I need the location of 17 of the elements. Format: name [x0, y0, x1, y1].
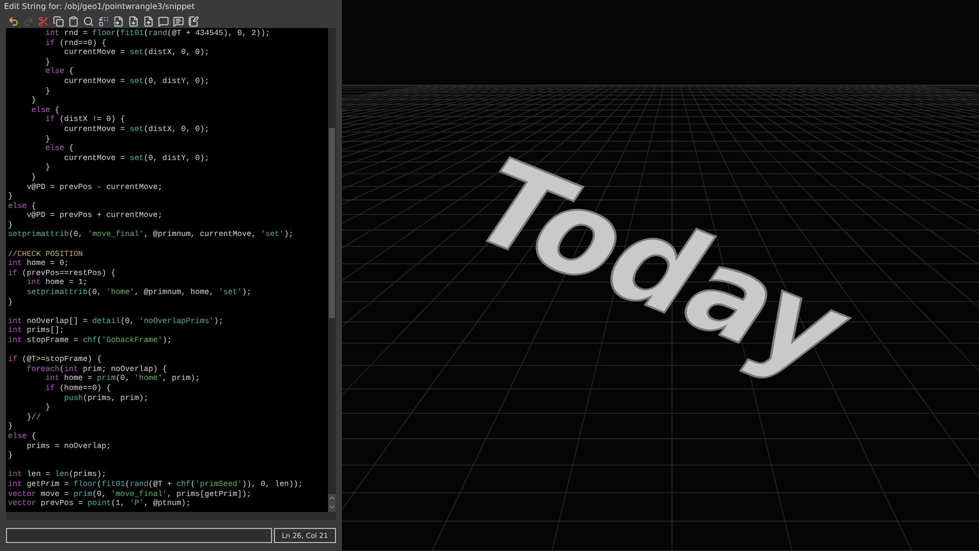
undo-button[interactable]: [8, 16, 19, 26]
copy-button[interactable]: [53, 16, 64, 26]
vertical-scrollbar[interactable]: [328, 28, 336, 512]
horizontal-scrollbar[interactable]: [6, 512, 336, 520]
file-down-button[interactable]: [128, 16, 139, 26]
window-title: Edit String for: /obj/geo1/pointwrangle3/snippet: [3, 1, 196, 13]
notepad-button[interactable]: [188, 16, 199, 26]
comment-button[interactable]: [158, 16, 169, 26]
search-button[interactable]: [83, 16, 94, 26]
scroll-down-icon[interactable]: [328, 503, 336, 512]
replace-button[interactable]: [98, 16, 109, 26]
cut-button[interactable]: [38, 16, 49, 26]
scroll-up-icon[interactable]: [328, 494, 336, 503]
file-up-button[interactable]: [143, 16, 154, 26]
paste-button[interactable]: [68, 16, 79, 26]
comment-text-button[interactable]: [173, 16, 184, 26]
import-button[interactable]: [113, 16, 124, 26]
